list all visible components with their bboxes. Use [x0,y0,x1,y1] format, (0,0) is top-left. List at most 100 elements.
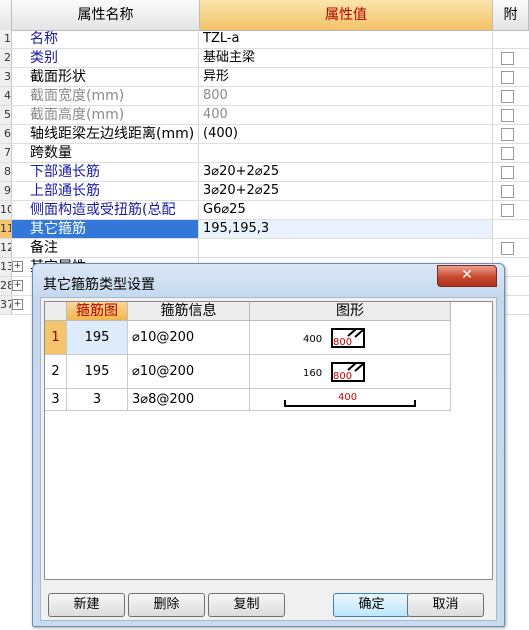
grid-header: 属性名称 属性值 附 [0,0,529,31]
property-row[interactable]: 9 上部通长筋 3⌀20+2⌀25 [0,182,529,201]
property-value[interactable]: (400) [200,125,493,143]
property-value[interactable]: G6⌀25 [200,201,493,219]
column-header-shape[interactable]: 图形 [250,302,451,321]
dimension-label: 800 [333,337,352,348]
stirrup-row-number[interactable]: 3 [45,389,67,410]
attach-checkbox[interactable] [501,71,514,84]
property-row[interactable]: 5 截面高度(mm) 400 [0,106,529,125]
row-number: 12 [0,239,12,257]
row-number: 5 [0,106,12,124]
attach-checkbox[interactable] [501,166,514,179]
property-row[interactable]: 4 截面宽度(mm) 800 [0,87,529,106]
row-number: 3 [0,68,12,86]
property-value[interactable]: 195,195,3 [200,220,493,238]
property-name[interactable]: 上部通长筋 [12,182,199,200]
stirrup-row[interactable]: 2 195 ⌀10@200 160 800 [45,355,451,389]
property-name[interactable]: 其它箍筋 [12,220,199,238]
property-row[interactable]: 6 轴线距梁左边线距离(mm) (400) [0,125,529,144]
property-value[interactable] [200,144,493,162]
property-row[interactable]: 7 跨数量 [0,144,529,163]
row-number: 11 [0,220,12,238]
row-number: 37 [0,296,12,314]
row-number: 10 [0,201,12,219]
property-name[interactable]: 截面高度(mm) [12,106,199,124]
delete-button[interactable]: 删除 [128,593,205,617]
stirrup-info-cell[interactable]: ⌀10@200 [128,355,250,388]
property-row[interactable]: 3 截面形状 异形 [0,68,529,87]
property-value[interactable]: TZL-a [200,30,493,48]
cancel-button[interactable]: 取消 [407,593,484,617]
property-name[interactable]: 轴线距梁左边线距离(mm) [12,125,199,143]
attach-header[interactable]: 附 [493,0,529,30]
row-number: 4 [0,87,12,105]
property-row[interactable]: 8 下部通长筋 3⌀20+2⌀25 [0,163,529,182]
property-value[interactable] [200,239,493,257]
copy-button[interactable]: 复制 [208,593,285,617]
row-number: 2 [0,49,12,67]
attach-checkbox[interactable] [501,242,514,255]
stirrup-row[interactable]: 3 3 3⌀8@200 400 [45,389,451,411]
property-name[interactable]: 跨数量 [12,144,199,162]
property-value[interactable]: 3⌀20+2⌀25 [200,182,493,200]
property-row[interactable]: 2 类别 基础主梁 [0,49,529,68]
close-button[interactable]: ✕ [437,265,497,287]
property-value[interactable]: 800 [200,87,493,105]
stirrup-shape-cell[interactable]: 160 800 [250,355,451,388]
property-value-header[interactable]: 属性值 [200,0,493,30]
attach-checkbox[interactable] [501,90,514,103]
property-row[interactable]: 12备注 [0,239,529,258]
property-name[interactable]: 备注 [12,239,199,257]
stirrup-shape-cell[interactable]: 400 [250,389,451,410]
stirrup-shape-drawing: 400 [284,392,416,407]
property-row[interactable]: 1 名称 TZL-a [0,30,529,49]
attach-checkbox[interactable] [501,204,514,217]
stirrup-table: 箍筋图 箍筋信息 图形 1 195 ⌀10@200 400 800 2 195 ⌀10@200… [44,301,493,580]
row-number: 8 [0,163,12,181]
new-button[interactable]: 新建 [48,593,125,617]
property-name[interactable]: 截面宽度(mm) [12,87,199,105]
property-name[interactable]: 名称 [12,30,199,48]
stirrup-info-cell[interactable]: ⌀10@200 [128,321,250,354]
property-value[interactable]: 异形 [200,68,493,86]
property-name[interactable]: 类别 [12,49,199,67]
property-name[interactable]: 侧面构造或受扭筋(总配 [12,201,199,219]
property-name-header[interactable]: 属性名称 [12,0,200,30]
dimension-label: 400 [338,392,357,403]
property-name[interactable]: 下部通长筋 [12,163,199,181]
property-value[interactable]: 400 [200,106,493,124]
dimension-label: 800 [333,371,352,382]
stirrup-row-number[interactable]: 2 [45,355,67,388]
stirrup-row-number[interactable]: 1 [45,321,67,354]
row-number: 13 [0,258,12,276]
expand-icon[interactable]: + [12,280,23,291]
property-value[interactable]: 3⌀20+2⌀25 [200,163,493,181]
expand-icon[interactable]: + [12,299,23,310]
table-corner [45,302,67,321]
dialog-title: 其它箍筋类型设置 [43,277,155,293]
property-name[interactable]: 截面形状 [12,68,199,86]
column-header-stirrup-info[interactable]: 箍筋信息 [128,302,250,321]
dimension-label: 160 [303,368,322,379]
attach-checkbox[interactable] [501,109,514,122]
attach-checkbox[interactable] [501,147,514,160]
close-icon: ✕ [461,267,473,283]
ok-button[interactable]: 确定 [333,593,410,617]
stirrup-code-cell[interactable]: 195 [67,321,128,354]
attach-checkbox[interactable] [501,185,514,198]
expand-icon[interactable]: + [12,261,23,272]
stirrup-info-cell[interactable]: 3⌀8@200 [128,389,250,410]
property-row[interactable]: 10侧面构造或受扭筋(总配G6⌀25 [0,201,529,220]
other-stirrup-settings-dialog: 其它箍筋类型设置 ✕ 箍筋图 箍筋信息 图形 1 195 ⌀10@200 400 800… [32,263,505,627]
stirrup-row[interactable]: 1 195 ⌀10@200 400 800 [45,321,451,355]
stirrup-code-cell[interactable]: 195 [67,355,128,388]
column-header-stirrup-code[interactable]: 箍筋图 [67,302,128,321]
dimension-label: 400 [303,334,322,345]
row-number: 28 [0,277,12,295]
stirrup-shape-cell[interactable]: 400 800 [250,321,451,354]
row-number: 1 [0,30,12,48]
stirrup-code-cell[interactable]: 3 [67,389,128,410]
attach-checkbox[interactable] [501,128,514,141]
attach-checkbox[interactable] [501,52,514,65]
property-row[interactable]: 11其它箍筋195,195,3 [0,220,529,239]
property-value[interactable]: 基础主梁 [200,49,493,67]
